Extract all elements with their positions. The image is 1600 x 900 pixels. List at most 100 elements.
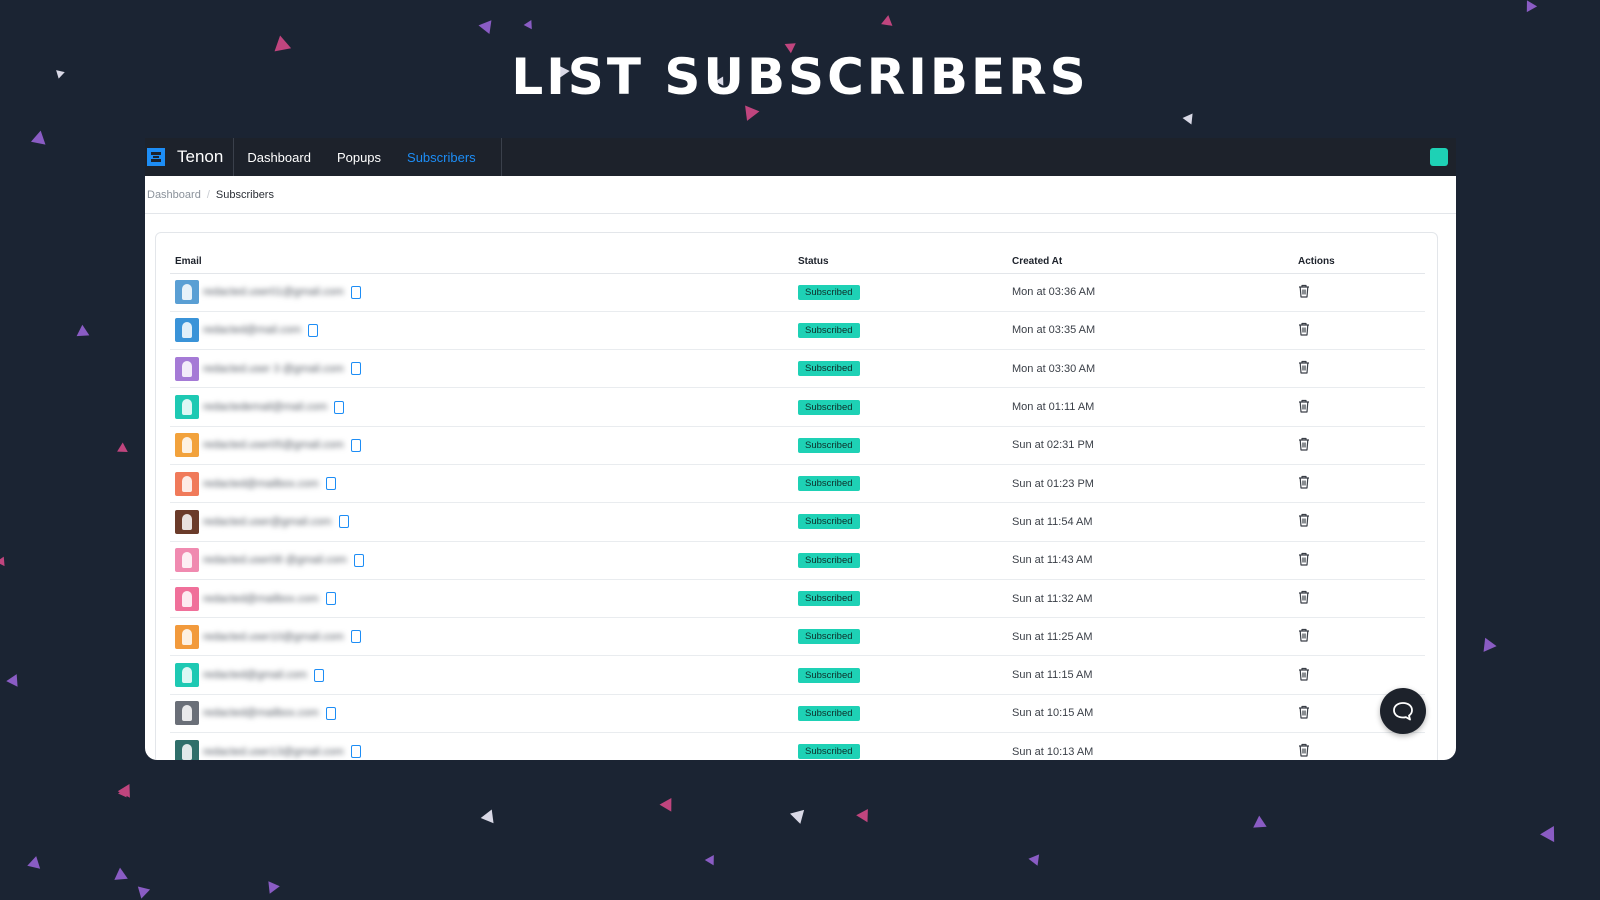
subscriber-email: redacted.user10@gmail.com [203,630,344,643]
actions-cell [1296,732,1425,760]
actions-cell [1296,349,1425,389]
confetti-triangle [480,809,494,824]
confetti-triangle [6,674,18,687]
created-at-cell: Sun at 10:15 AM [1012,694,1296,734]
table-row: redacted.user10@gmail.com Subscribed Sun a… [170,617,1425,657]
confetti-triangle [1253,815,1267,828]
breadcrumb: Dashboard / Subscribers [145,176,1456,214]
created-at-cell: Sun at 11:32 AM [1012,579,1296,619]
status-badge: Subscribed [798,437,860,453]
table-row: redacted.user05@gmail.com Subscribed Sun a… [170,426,1425,465]
breadcrumb-dashboard[interactable]: Dashboard [147,189,201,201]
status-cell: Subscribed [798,694,1012,734]
copy-icon[interactable] [325,592,336,606]
brand[interactable]: Tenon [145,138,235,176]
chat-button[interactable] [1380,688,1426,734]
email-cell: redacted@mailbox.com [170,579,798,619]
email-cell: redacted.user08 @gmail.com [170,541,798,580]
subscriber-email: redacted.user08 @gmail.com [203,554,347,567]
header-created-at: Created At [1012,245,1296,274]
table-row: redacted.user@gmail.com Subscribed Sun at … [170,502,1425,542]
avatar [175,356,199,381]
confetti-triangle [659,797,672,812]
copy-icon[interactable] [350,630,361,644]
trash-icon[interactable] [1298,322,1310,336]
copy-icon[interactable] [338,515,349,529]
confetti-triangle [790,809,805,824]
copy-icon[interactable] [350,362,361,376]
trash-icon[interactable] [1298,399,1310,413]
email-cell: redacted.user@gmail.com [170,502,798,542]
status-badge: Subscribed [798,514,860,530]
confetti-triangle [117,442,128,452]
nav-item-dashboard[interactable]: Dashboard [234,138,324,176]
status-cell: Subscribed [798,273,1012,312]
status-badge: Subscribed [798,399,860,415]
status-badge: Subscribed [798,476,860,492]
email-cell: redacted@mailbox.com [170,694,798,734]
nav-item-subscribers[interactable]: Subscribers [394,138,489,176]
actions-cell [1296,273,1425,312]
trash-icon[interactable] [1298,360,1310,374]
avatar [175,433,199,458]
subscriber-email: redacted.user13@gmail.com [203,745,344,758]
status-cell: Subscribed [798,655,1012,695]
created-at-cell: Sun at 11:43 AM [1012,541,1296,580]
trash-icon[interactable] [1298,437,1310,451]
copy-icon[interactable] [325,706,336,720]
copy-icon[interactable] [314,668,325,682]
subscriber-email: redacted.user05@gmail.com [203,439,344,452]
actions-cell [1296,541,1425,580]
avatar [175,586,199,611]
confetti-triangle [137,886,151,899]
confetti-triangle [114,867,128,880]
created-at-cell: Sun at 11:15 AM [1012,655,1296,695]
trash-icon[interactable] [1298,552,1310,566]
confetti-triangle [30,130,46,145]
copy-icon[interactable] [325,477,336,491]
table-row: redacted@mailbox.com Subscribed Sun at 11:… [170,579,1425,619]
copy-icon[interactable] [353,553,364,567]
table-row: redacted@gmail.com Subscribed Sun at 11:15… [170,655,1425,695]
nav-item-popups[interactable]: Popups [324,138,394,176]
trash-icon[interactable] [1298,628,1310,642]
subscriber-email: redacted@mailbox.com [203,477,319,490]
status-badge: Subscribed [798,361,860,377]
trash-icon[interactable] [1298,667,1310,681]
status-cell: Subscribed [798,617,1012,657]
copy-icon[interactable] [350,745,361,759]
status-badge: Subscribed [798,705,860,721]
actions-cell [1296,502,1425,542]
confetti-triangle [1540,825,1555,843]
status-cell: Subscribed [798,502,1012,542]
table-header-row: Email Status Created At Actions [170,245,1425,274]
table-row: redacted.user13@gmail.com Subscribed Sun a… [170,732,1425,760]
copy-icon[interactable] [350,285,361,299]
trash-icon[interactable] [1298,590,1310,604]
confetti-triangle [704,855,714,866]
copy-icon[interactable] [307,323,318,337]
email-cell: redacted.user01@gmail.com [170,273,798,312]
trash-icon[interactable] [1298,705,1310,719]
status-indicator[interactable] [1430,148,1448,166]
tenon-logo-icon [147,148,165,166]
trash-icon[interactable] [1298,513,1310,528]
trash-icon[interactable] [1298,743,1310,757]
avatar [175,624,199,649]
confetti-triangle [76,324,90,337]
status-badge: Subscribed [798,591,860,607]
subscribers-card: Email Status Created At Actions redacted… [155,232,1438,760]
avatar [175,318,199,343]
status-cell: Subscribed [798,732,1012,760]
app-window: Tenon Dashboard Popups Subscribers Dashb… [145,138,1456,760]
trash-icon[interactable] [1298,284,1310,298]
subscriber-email: redacted@mailbox.com [203,707,319,720]
avatar [175,509,199,534]
copy-icon[interactable] [334,400,345,414]
confetti-triangle [523,20,532,30]
copy-icon[interactable] [350,438,361,452]
trash-icon[interactable] [1298,475,1310,489]
created-at-cell: Mon at 03:36 AM [1012,273,1296,312]
table-row: redacted.user01@gmail.com Subscribed Mon a… [170,273,1425,312]
status-badge: Subscribed [798,552,860,568]
